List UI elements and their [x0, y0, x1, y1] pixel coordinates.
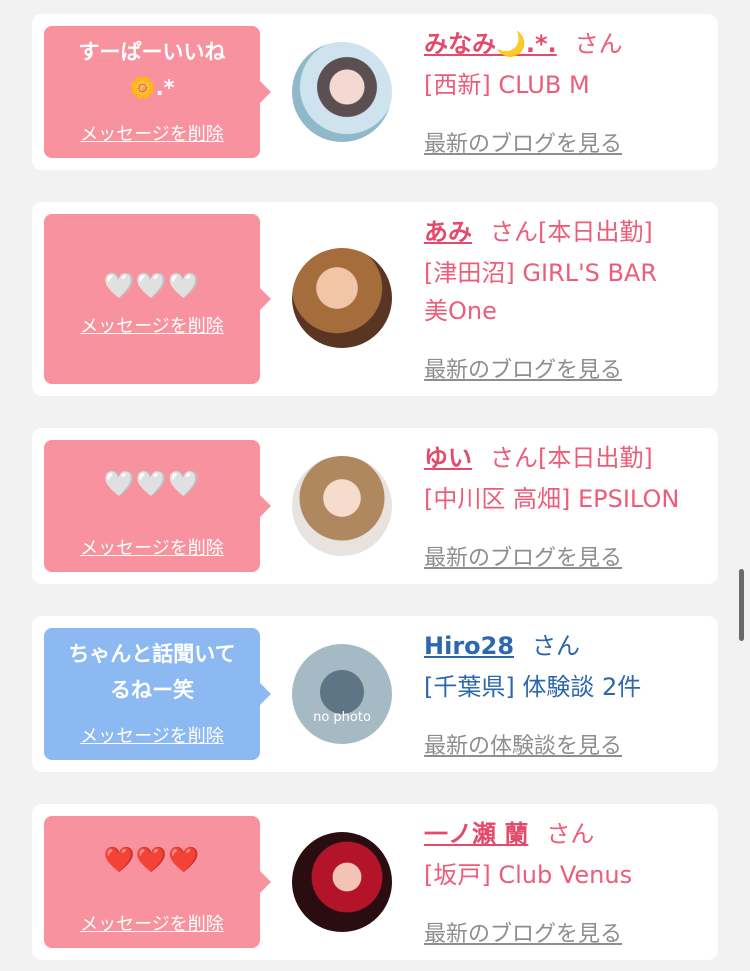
latest-blog-link[interactable]: 最新のブログを見る: [424, 916, 622, 948]
delete-message-link[interactable]: メッセージを削除: [44, 910, 260, 936]
message-bubble: ちゃんと話聞いて るねー笑 メッセージを削除: [44, 628, 260, 760]
message-text: ちゃんと話聞いて るねー笑: [68, 642, 236, 702]
shop-info: [千葉県] 体験談 2件: [424, 673, 642, 701]
message-text: 🤍🤍🤍: [103, 271, 201, 300]
delete-message-link[interactable]: メッセージを削除: [44, 722, 260, 748]
profile-name-link[interactable]: みなみ🌙.*.: [424, 30, 557, 58]
honorific: さん[本日出勤]: [490, 218, 653, 246]
message-bubble: 🤍🤍🤍 メッセージを削除: [44, 440, 260, 572]
message-card: すーぱーいいね 🌼.* メッセージを削除 みなみ🌙.*. さん [西新] CLUB…: [32, 14, 718, 170]
avatar[interactable]: no photo: [292, 644, 392, 744]
profile-name-link[interactable]: ゆい: [424, 444, 472, 472]
latest-blog-link[interactable]: 最新のブログを見る: [424, 540, 622, 572]
honorific: さん: [532, 632, 581, 660]
honorific: さん: [546, 820, 595, 848]
message-text: ❤️❤️❤️: [103, 845, 201, 874]
message-card: ちゃんと話聞いて るねー笑 メッセージを削除 no photo Hiro28 さん…: [32, 616, 718, 772]
message-card: 🤍🤍🤍 メッセージを削除 あみ さん[本日出勤] [津田沼] GIRL'S BAR…: [32, 202, 718, 396]
profile-info: ゆい さん[本日出勤] [中川区 高畑] EPSILON: [424, 440, 706, 518]
shop-info: [津田沼] GIRL'S BAR 美One: [424, 259, 658, 325]
message-text: すーぱーいいね 🌼.*: [78, 40, 226, 100]
delete-message-link[interactable]: メッセージを削除: [44, 312, 260, 338]
no-photo-label: no photo: [313, 710, 371, 725]
avatar[interactable]: [292, 832, 392, 932]
latest-blog-link[interactable]: 最新のブログを見る: [424, 126, 622, 158]
message-bubble: すーぱーいいね 🌼.* メッセージを削除: [44, 26, 260, 158]
profile-name-link[interactable]: あみ: [424, 218, 472, 246]
profile-info: あみ さん[本日出勤] [津田沼] GIRL'S BAR 美One: [424, 214, 706, 330]
shop-info: [中川区 高畑] EPSILON: [424, 485, 680, 513]
profile-name-link[interactable]: 一ノ瀬 蘭: [424, 820, 528, 848]
profile-name-link[interactable]: Hiro28: [424, 632, 514, 660]
message-text: 🤍🤍🤍: [103, 469, 201, 498]
message-bubble: 🤍🤍🤍 メッセージを削除: [44, 214, 260, 384]
profile-info: Hiro28 さん [千葉県] 体験談 2件: [424, 628, 706, 706]
honorific: さん: [574, 30, 623, 58]
latest-blog-link[interactable]: 最新のブログを見る: [424, 352, 622, 384]
shop-info: [西新] CLUB M: [424, 71, 590, 99]
avatar[interactable]: [292, 456, 392, 556]
message-card: 🤍🤍🤍 メッセージを削除 ゆい さん[本日出勤] [中川区 高畑] EPSILON…: [32, 428, 718, 584]
avatar[interactable]: [292, 42, 392, 142]
profile-info: みなみ🌙.*. さん [西新] CLUB M: [424, 26, 706, 104]
honorific: さん[本日出勤]: [490, 444, 653, 472]
message-card: ❤️❤️❤️ メッセージを削除 一ノ瀬 蘭さん [坂戸] Club Venus …: [32, 804, 718, 960]
scrollbar[interactable]: [739, 569, 744, 641]
avatar[interactable]: [292, 248, 392, 348]
delete-message-link[interactable]: メッセージを削除: [44, 534, 260, 560]
profile-info: 一ノ瀬 蘭さん [坂戸] Club Venus: [424, 816, 706, 894]
shop-info: [坂戸] Club Venus: [424, 861, 633, 889]
message-bubble: ❤️❤️❤️ メッセージを削除: [44, 816, 260, 948]
latest-review-link[interactable]: 最新の体験談を見る: [424, 728, 622, 760]
delete-message-link[interactable]: メッセージを削除: [44, 120, 260, 146]
